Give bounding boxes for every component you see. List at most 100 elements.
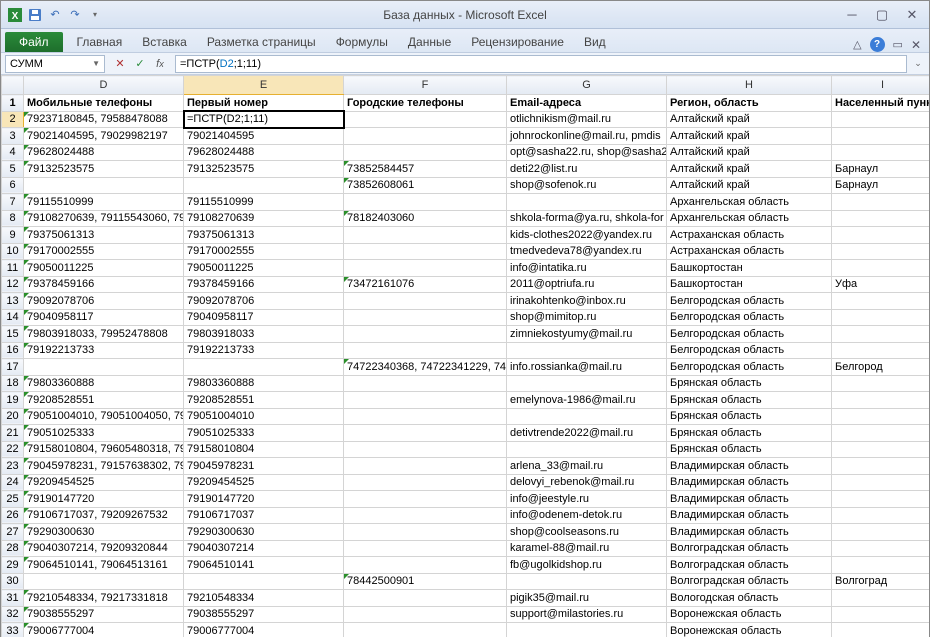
cell[interactable]: shkola-forma@ya.ru, shkola-for — [507, 210, 667, 227]
cell[interactable]: Алтайский край — [667, 111, 832, 128]
cell[interactable] — [344, 243, 507, 260]
cell[interactable] — [24, 359, 184, 376]
cell[interactable]: 78442500901 — [344, 573, 507, 590]
cell[interactable] — [344, 474, 507, 491]
row-header[interactable]: 17 — [2, 359, 24, 376]
column-header[interactable]: F — [344, 76, 507, 95]
cell[interactable]: Владимирская область — [667, 507, 832, 524]
row-header[interactable]: 27 — [2, 524, 24, 541]
cell[interactable] — [832, 326, 930, 343]
row-header[interactable]: 4 — [2, 144, 24, 161]
cell[interactable] — [832, 293, 930, 310]
cell[interactable]: 79045978231, 79157638302, 7920 — [24, 458, 184, 475]
cell[interactable]: Брянская область — [667, 425, 832, 442]
cell[interactable]: 79115510999 — [184, 194, 344, 211]
cell[interactable] — [832, 375, 930, 392]
row-header[interactable]: 23 — [2, 458, 24, 475]
row-header[interactable]: 1 — [2, 95, 24, 112]
cell[interactable] — [344, 375, 507, 392]
undo-icon[interactable]: ↶ — [47, 7, 63, 23]
cell[interactable]: 79290300630 — [184, 524, 344, 541]
cell[interactable] — [344, 309, 507, 326]
row-header[interactable]: 25 — [2, 491, 24, 508]
cell[interactable]: emelynova-1986@mail.ru — [507, 392, 667, 409]
row-header[interactable]: 10 — [2, 243, 24, 260]
cell[interactable]: info@jeestyle.ru — [507, 491, 667, 508]
cell[interactable] — [344, 392, 507, 409]
cell[interactable] — [832, 144, 930, 161]
cell[interactable]: 79050011225 — [184, 260, 344, 277]
cell[interactable]: support@milastories.ru — [507, 606, 667, 623]
cell[interactable]: 79050011225 — [24, 260, 184, 277]
cell[interactable]: detivtrende2022@mail.ru — [507, 425, 667, 442]
row-header[interactable]: 22 — [2, 441, 24, 458]
cell[interactable]: Волгоградская область — [667, 573, 832, 590]
cell[interactable]: Астраханская область — [667, 243, 832, 260]
row-header[interactable]: 28 — [2, 540, 24, 557]
cell[interactable] — [507, 573, 667, 590]
cell[interactable] — [344, 524, 507, 541]
cell[interactable]: 79158010804 — [184, 441, 344, 458]
cell[interactable]: Городские телефоны — [344, 95, 507, 112]
cell[interactable] — [832, 590, 930, 607]
cell[interactable]: 79038555297 — [24, 606, 184, 623]
formula-input[interactable]: =ПСТР(D2;1;11) — [175, 55, 907, 73]
cell[interactable]: 79375061313 — [184, 227, 344, 244]
cell[interactable]: Населенный пункт — [832, 95, 930, 112]
cell[interactable] — [832, 441, 930, 458]
row-header[interactable]: 11 — [2, 260, 24, 277]
cell[interactable]: 79190147720 — [184, 491, 344, 508]
cell[interactable] — [832, 474, 930, 491]
close-button[interactable]: ✕ — [901, 7, 923, 23]
cell[interactable] — [344, 326, 507, 343]
cell[interactable]: 79108270639 — [184, 210, 344, 227]
cell[interactable]: Белгород — [832, 359, 930, 376]
cell[interactable] — [344, 425, 507, 442]
cell[interactable]: 79006777004 — [184, 623, 344, 637]
restore-workbook-icon[interactable]: ▭ — [893, 38, 903, 51]
cell[interactable] — [832, 540, 930, 557]
minimize-button[interactable]: ─ — [841, 7, 863, 23]
cell[interactable]: 79803918033, 79952478808 — [24, 326, 184, 343]
cell[interactable]: arlena_33@mail.ru — [507, 458, 667, 475]
cell[interactable]: 79051025333 — [184, 425, 344, 442]
cell[interactable]: opt@sasha22.ru, shop@sasha22 — [507, 144, 667, 161]
cell[interactable]: Алтайский край — [667, 177, 832, 194]
cell[interactable] — [832, 524, 930, 541]
cell[interactable]: 79106717037, 79209267532 — [24, 507, 184, 524]
cell[interactable]: 79051025333 — [24, 425, 184, 442]
cell[interactable]: kids-clothes2022@yandex.ru — [507, 227, 667, 244]
cell[interactable] — [832, 227, 930, 244]
cell[interactable] — [24, 177, 184, 194]
ribbon-tab[interactable]: Формулы — [326, 32, 398, 52]
cell[interactable] — [344, 111, 507, 128]
cell[interactable] — [184, 359, 344, 376]
cell[interactable]: zimniekostyumy@mail.ru — [507, 326, 667, 343]
cell[interactable]: Алтайский край — [667, 144, 832, 161]
cell[interactable]: 79115510999 — [24, 194, 184, 211]
ribbon-tab[interactable]: Вид — [574, 32, 616, 52]
cell[interactable]: 73472161076 — [344, 276, 507, 293]
cell[interactable]: Барнаул — [832, 177, 930, 194]
cell[interactable]: 78182403060 — [344, 210, 507, 227]
column-header[interactable]: D — [24, 76, 184, 95]
cell[interactable]: 74722340368, 74722341229, 7495 — [344, 359, 507, 376]
cell[interactable]: Уфа — [832, 276, 930, 293]
cell[interactable]: otlichnikism@mail.ru — [507, 111, 667, 128]
cell[interactable]: 79040307214 — [184, 540, 344, 557]
cell[interactable] — [832, 260, 930, 277]
cell[interactable] — [344, 623, 507, 637]
cell[interactable]: info@odenem-detok.ru — [507, 507, 667, 524]
cell[interactable]: 73852608061 — [344, 177, 507, 194]
ribbon-tab[interactable]: Данные — [398, 32, 461, 52]
cell[interactable]: pigik35@mail.ru — [507, 590, 667, 607]
cell[interactable]: shop@mimitop.ru — [507, 309, 667, 326]
cell[interactable] — [344, 458, 507, 475]
cell[interactable]: Волгоград — [832, 573, 930, 590]
formula-expand-icon[interactable]: ⌄ — [911, 58, 925, 69]
cell[interactable]: 79132523575 — [184, 161, 344, 178]
cell[interactable]: Белгородская область — [667, 342, 832, 359]
cell[interactable]: Белгородская область — [667, 359, 832, 376]
cell[interactable]: 79803360888 — [24, 375, 184, 392]
cell[interactable]: shop@coolseasons.ru — [507, 524, 667, 541]
